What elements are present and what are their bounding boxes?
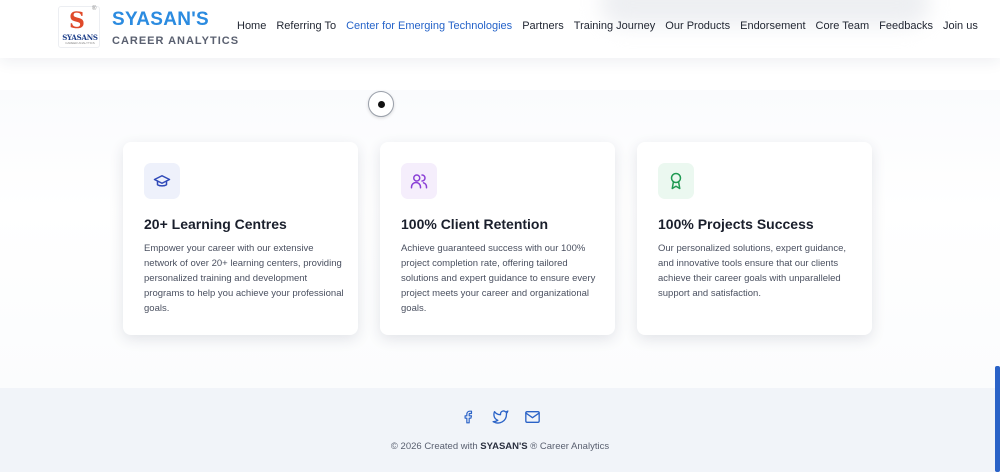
site-footer: © 2026 Created with SYASAN'S ® Career An…	[0, 388, 1000, 472]
nav-item-training-journey[interactable]: Training Journey	[574, 19, 656, 33]
copyright-brand[interactable]: SYASAN'S	[480, 441, 527, 452]
feature-card-client-retention: 100% Client Retention Achieve guaranteed…	[380, 142, 615, 335]
card-description: Achieve guaranteed success with our 100%…	[401, 243, 596, 314]
users-icon	[410, 174, 428, 189]
registered-mark: ®	[92, 6, 97, 12]
card-title: 100% Client Retention	[401, 216, 549, 232]
card-icon-box	[144, 163, 180, 199]
award-icon	[670, 172, 682, 190]
copyright-suffix: Career Analytics	[539, 441, 610, 452]
brand-subtitle: CAREER ANALYTICS	[112, 35, 240, 47]
nav-item-join-us[interactable]: Join us	[943, 19, 978, 33]
card-title: 100% Projects Success	[658, 216, 814, 232]
twitter-icon[interactable]	[491, 408, 509, 426]
site-header: S SYASANS CAREER ANALYTICS ® SYASAN'S CA…	[0, 0, 1000, 58]
main-nav: Home Referring To Center for Emerging Te…	[237, 19, 988, 33]
logo-letter: S	[69, 8, 85, 34]
copyright-registered-mark: ®	[530, 441, 538, 452]
nav-item-center-for-emerging-technologies[interactable]: Center for Emerging Technologies	[346, 19, 512, 33]
graduation-cap-icon	[153, 175, 171, 187]
nav-item-endorsement[interactable]: Endorsement	[740, 19, 805, 33]
social-links	[459, 408, 541, 426]
nav-item-our-products[interactable]: Our Products	[665, 19, 730, 33]
logo-subtext: CAREER ANALYTICS	[65, 41, 95, 45]
feature-card-projects-success: 100% Projects Success Our personalized s…	[637, 142, 872, 335]
logo[interactable]: S SYASANS CAREER ANALYTICS	[58, 6, 100, 48]
scrollbar-thumb[interactable]	[995, 366, 1000, 472]
nav-item-core-team[interactable]: Core Team	[816, 19, 870, 33]
card-description: Empower your career with our extensive n…	[144, 243, 344, 314]
card-icon-box	[401, 163, 437, 199]
brand-name[interactable]: SYASAN'S	[112, 9, 209, 31]
nav-item-referring-to[interactable]: Referring To	[276, 19, 336, 33]
carousel-dot-button[interactable]	[368, 91, 394, 117]
nav-item-home[interactable]: Home	[237, 19, 266, 33]
card-description: Our personalized solutions, expert guida…	[658, 243, 847, 299]
mail-icon[interactable]	[523, 408, 541, 426]
facebook-icon[interactable]	[459, 408, 477, 426]
copyright-prefix: © 2026 Created with	[390, 441, 478, 452]
feature-card-learning-centres: 20+ Learning Centres Empower your career…	[123, 142, 358, 335]
dot-indicator	[378, 101, 385, 108]
card-icon-box	[658, 163, 694, 199]
nav-item-feedbacks[interactable]: Feedbacks	[879, 19, 933, 33]
nav-item-partners[interactable]: Partners	[522, 19, 564, 33]
card-title: 20+ Learning Centres	[144, 216, 287, 232]
copyright-text: © 2026 Created with SYASAN'S ® Career An…	[0, 441, 1000, 452]
